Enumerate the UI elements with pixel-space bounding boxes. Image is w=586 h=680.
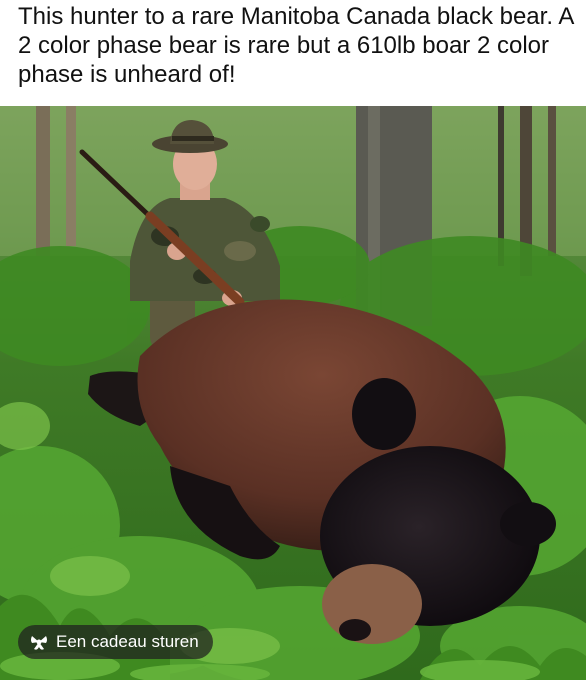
post-caption: This hunter to a rare Manitoba Canada bl…: [18, 3, 574, 88]
send-gift-label: Een cadeau sturen: [56, 632, 199, 651]
gift-bow-icon: [28, 631, 50, 653]
send-gift-button[interactable]: Een cadeau sturen: [18, 625, 213, 659]
post-photo[interactable]: Een cadeau sturen: [0, 106, 586, 680]
